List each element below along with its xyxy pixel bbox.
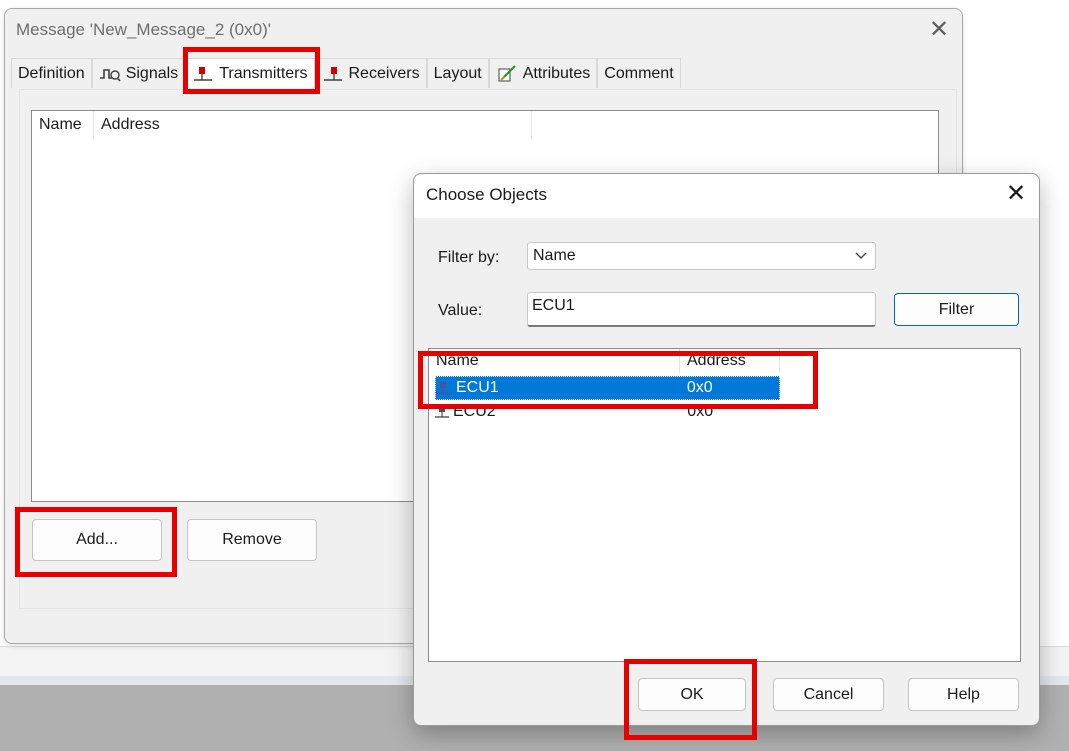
tab-label: Comment xyxy=(604,64,674,82)
tab-receivers[interactable]: Receivers xyxy=(314,58,427,88)
tab-label: Attributes xyxy=(522,64,591,82)
choose-objects-dialog: Choose Objects ✕ Filter by: Name Value: … xyxy=(413,173,1040,726)
value-label: Value: xyxy=(438,302,483,319)
cancel-button[interactable]: Cancel xyxy=(773,678,884,711)
filter-by-select[interactable]: Name xyxy=(527,242,876,270)
help-button[interactable]: Help xyxy=(908,678,1019,711)
tab-label: Receivers xyxy=(348,64,420,82)
tab-label: Layout xyxy=(433,64,482,82)
tab-attributes[interactable]: Attributes xyxy=(488,58,598,88)
tab-definition[interactable]: Definition xyxy=(11,58,92,88)
list-header: Name Address xyxy=(32,111,938,139)
tab-signals[interactable]: Signals xyxy=(91,58,186,88)
signals-icon xyxy=(99,65,121,83)
filter-by-label: Filter by: xyxy=(438,249,500,266)
close-icon[interactable]: ✕ xyxy=(925,17,953,45)
highlight-box-add-button xyxy=(15,507,177,577)
chevron-down-icon xyxy=(855,243,867,277)
close-icon[interactable]: ✕ xyxy=(1002,181,1030,209)
value-input[interactable]: ECU1 xyxy=(527,292,876,327)
tab-layout[interactable]: Layout xyxy=(426,58,489,88)
remove-button[interactable]: Remove xyxy=(187,519,317,561)
tab-comment[interactable]: Comment xyxy=(597,58,681,88)
tab-bar: Definition Signals Transmitters Receiver… xyxy=(11,58,681,88)
receiver-icon xyxy=(322,65,344,83)
title-bar: Choose Objects ✕ xyxy=(414,174,1039,218)
column-header-name[interactable]: Name xyxy=(32,111,94,139)
dialog-title: Choose Objects xyxy=(426,185,547,204)
highlight-box-transmitters-tab xyxy=(183,47,320,94)
tab-label: Definition xyxy=(18,64,85,82)
dialog-title: Message 'New_Message_2 (0x0)' xyxy=(16,20,271,39)
filter-button[interactable]: Filter xyxy=(894,293,1019,326)
highlight-box-ok-button xyxy=(624,659,757,740)
filter-by-value: Name xyxy=(533,247,576,264)
highlight-box-ecu1-row xyxy=(418,351,818,409)
attributes-icon xyxy=(496,64,518,83)
tab-label: Signals xyxy=(125,64,179,82)
column-header-address[interactable]: Address xyxy=(94,111,532,139)
